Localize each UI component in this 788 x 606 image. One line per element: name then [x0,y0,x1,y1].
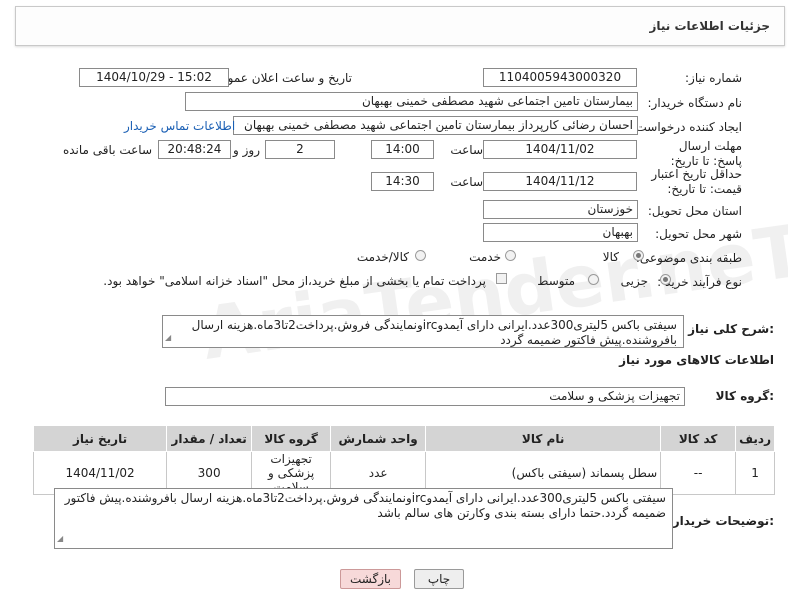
treasury-note: پرداخت تمام یا بخشی از مبلغ خرید،از محل … [103,274,486,288]
print-button[interactable]: چاپ [414,569,464,589]
buyer-contact-link[interactable]: اطلاعات تماس خریدار [124,119,235,133]
deadline-label: مهلت ارسال پاسخ: تا تاریخ: [670,139,742,168]
category-radio-goods[interactable] [633,250,644,261]
process-radio-minor[interactable] [660,274,671,285]
province-label: استان محل تحویل: [647,204,742,218]
col-unit: واحد شمارش [330,425,427,452]
validity-time-field: 14:30 [371,172,434,191]
days-field: 2 [265,140,335,159]
validity-date-field: 1404/11/12 [483,172,637,191]
validity-label: حداقل تاریخ اعتبار قیمت: تا تاریخ: [651,167,742,196]
process-radio-medium[interactable] [588,274,599,285]
description-textarea[interactable]: سیفتی باکس 5لیتری300عدد.ایرانی دارای آیم… [162,315,684,348]
col-code: کد کالا [660,425,737,452]
treasury-checkbox[interactable] [496,273,507,284]
col-index: ردیف [735,425,775,452]
category-label: طبقه بندی موضوعی: [635,251,742,265]
creator-field: احسان رضائی کارپرداز بیمارستان تامین اجت… [233,116,638,135]
buyer-notes-text: سیفتی باکس 5لیتری300عدد.ایرانی دارای آیم… [64,491,666,520]
process-option-medium: متوسط [537,274,575,288]
buyer-label: نام دستگاه خریدار: [647,96,743,110]
back-button[interactable]: بازگشت [340,569,401,589]
deadline-date-field: 1404/11/02 [483,140,637,159]
city-label: شهر محل تحویل: [655,227,742,241]
description-text: سیفتی باکس 5لیتری300عدد.ایرانی دارای آیم… [191,318,677,347]
city-field: بهبهان [483,223,638,242]
deadline-time-label: ساعت [450,143,483,157]
buyer-field: بیمارستان تامین اجتماعی شهید مصطفی خمینی… [185,92,638,111]
days-label: روز و [233,143,260,157]
province-field: خوزستان [483,200,638,219]
need-number-field: 1104005943000320 [483,68,637,87]
category-radio-service[interactable] [505,250,516,261]
category-option-goods: کالا [602,250,619,264]
validity-time-label: ساعت [450,175,483,189]
page-title: جزئیات اطلاعات نیاز [649,19,770,33]
category-radio-both[interactable] [415,250,426,261]
col-name: نام کالا [425,425,662,452]
goods-section-title: اطلاعات کالاهای مورد نیاز [619,353,774,367]
buyer-notes-label: توضیحات خریدار: [672,514,774,528]
col-date: تاریخ نیاز [32,425,168,452]
category-option-both: کالا/خدمت [356,250,409,264]
goods-group-label: گروه کالا: [715,389,774,403]
goods-group-field: تجهیزات پزشکی و سلامت [165,387,685,406]
category-option-service: خدمت [469,250,501,264]
description-label: شرح کلی نیاز: [688,322,774,336]
announce-field: 1404/10/29 - 15:02 [79,68,229,87]
process-option-minor: جزیی [620,274,648,288]
remaining-label: ساعت باقی مانده [62,143,152,157]
cell-index: 1 [735,451,775,495]
goods-table: ردیف کد کالا نام کالا واحد شمارش گروه کا… [32,425,775,495]
deadline-time-field: 14:00 [371,140,434,159]
col-qty: تعداد / مقدار [166,425,253,452]
remaining-time-field: 20:48:24 [158,140,231,159]
col-group: گروه کالا [251,425,332,452]
creator-label: ایجاد کننده درخواست: [631,120,742,134]
buyer-notes-textarea[interactable]: سیفتی باکس 5لیتری300عدد.ایرانی دارای آیم… [54,488,673,549]
resize-grip-icon[interactable]: ◢ [165,330,171,345]
goods-table-header: ردیف کد کالا نام کالا واحد شمارش گروه کا… [32,425,775,452]
header-panel: جزئیات اطلاعات نیاز [15,6,785,46]
need-number-label: شماره نیاز: [685,71,742,85]
resize-grip-icon[interactable]: ◢ [57,531,63,546]
